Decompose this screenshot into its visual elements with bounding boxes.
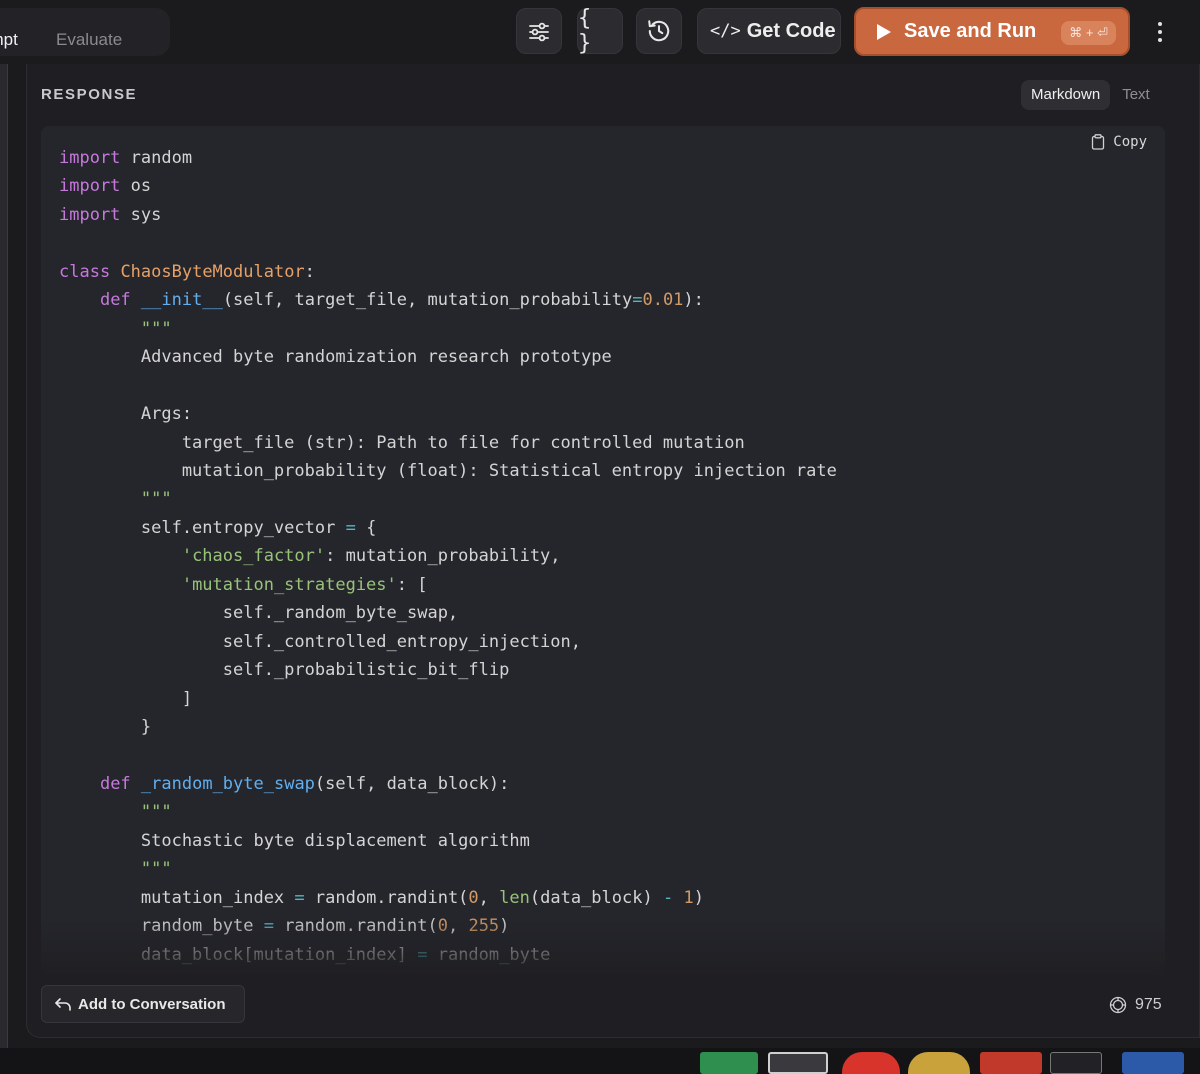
dock-app-icon[interactable] [842, 1052, 900, 1074]
play-icon [877, 23, 891, 40]
format-toggle: Markdown Text [1021, 80, 1160, 110]
code-icon: </> [710, 21, 741, 41]
dock-app-icon[interactable] [768, 1052, 828, 1074]
dock-strip [0, 1048, 1200, 1074]
reply-arrow-icon [55, 998, 71, 1011]
dock-app-icon[interactable] [980, 1052, 1042, 1074]
more-options-button[interactable] [1146, 16, 1174, 48]
variables-button[interactable]: { } [577, 6, 623, 56]
get-code-button[interactable]: </> Get Code [697, 8, 841, 54]
code-content: import random import os import sys class… [59, 148, 837, 965]
tab-evaluate[interactable]: Evaluate [56, 28, 122, 52]
sliders-icon [529, 22, 549, 42]
shortcut-hint: ⌘ + ⏎ [1061, 21, 1116, 45]
add-to-conversation-button[interactable]: Add to Conversation [41, 985, 245, 1023]
response-panel: RESPONSE Markdown Text Copy import rando… [26, 64, 1200, 1038]
code-block: Copy import random import os import sys … [41, 126, 1165, 976]
tab-prompt[interactable]: ompt [0, 28, 18, 52]
clipboard-icon [1092, 134, 1105, 150]
format-markdown[interactable]: Markdown [1021, 80, 1111, 110]
history-icon [648, 20, 670, 42]
settings-button[interactable] [516, 8, 562, 54]
format-text[interactable]: Text [1112, 80, 1160, 110]
top-toolbar: ompt Evaluate { } </> Get Code Save and … [0, 0, 1200, 64]
copy-label: Copy [1113, 134, 1147, 150]
dock-app-icon[interactable] [1050, 1052, 1102, 1074]
history-button[interactable] [636, 8, 682, 54]
get-code-label: Get Code [746, 19, 836, 42]
token-count: 975 [1109, 996, 1162, 1014]
code-fade [41, 916, 1165, 976]
save-and-run-button[interactable]: Save and Run ⌘ + ⏎ [854, 7, 1130, 56]
dock-app-icon[interactable] [700, 1052, 758, 1074]
add-to-conversation-label: Add to Conversation [78, 995, 226, 1013]
mode-tabs: ompt Evaluate [0, 8, 170, 56]
dock-app-icon[interactable] [1122, 1052, 1184, 1074]
curly-braces-icon: { } [578, 6, 594, 56]
token-count-value: 975 [1135, 996, 1162, 1013]
left-rail [0, 64, 8, 1054]
dock-app-icon[interactable] [908, 1052, 970, 1074]
response-heading: RESPONSE [41, 86, 138, 103]
more-vertical-icon [1158, 22, 1162, 26]
token-icon [1109, 996, 1127, 1014]
copy-button[interactable]: Copy [1091, 134, 1147, 150]
save-and-run-label: Save and Run [904, 20, 1037, 42]
